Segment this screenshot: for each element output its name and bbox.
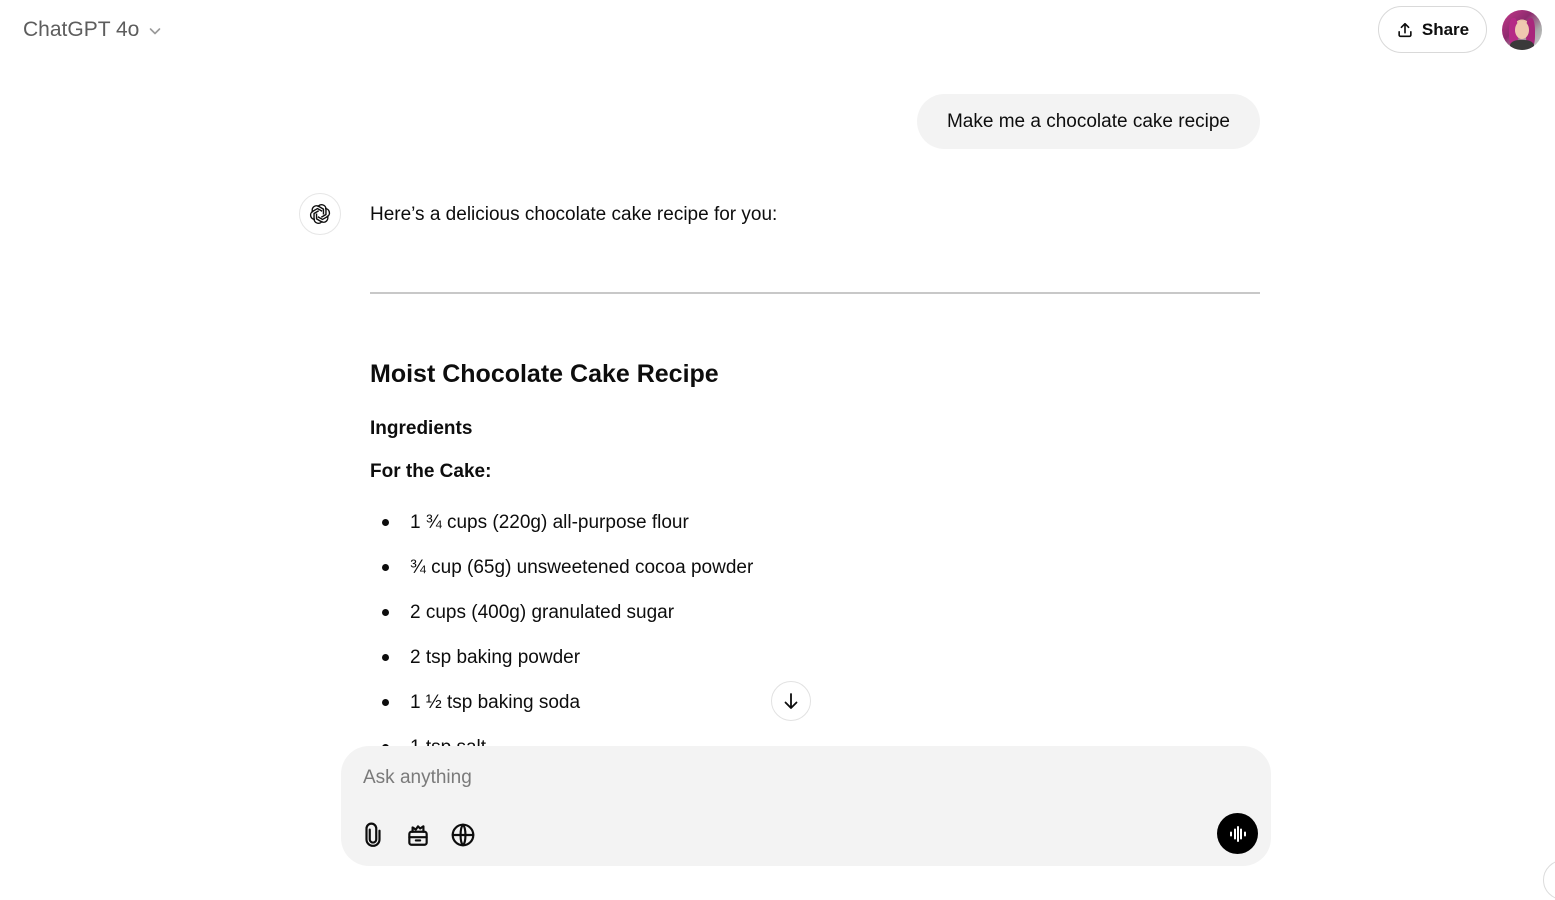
openai-logo-icon (309, 204, 331, 224)
ingredient-item: 2 cups (400g) granulated sugar (370, 590, 1260, 635)
toolbox-icon (408, 825, 428, 846)
arrow-down-icon (784, 693, 798, 709)
ingredient-item: 1 tsp salt (370, 725, 1260, 746)
horizontal-rule (370, 292, 1260, 294)
chevron-down-icon (150, 28, 161, 35)
ingredient-item: 2 tsp baking powder (370, 635, 1260, 680)
top-bar: ChatGPT 4o Share (0, 0, 1555, 60)
assistant-intro-text: Here’s a delicious chocolate cake recipe… (370, 204, 778, 225)
ingredient-list: 1 ¾ cups (220g) all-purpose flour ¾ cup … (370, 500, 1260, 746)
subsection-heading-cake: For the Cake: (370, 461, 492, 482)
user-message-bubble: Make me a chocolate cake recipe (917, 94, 1260, 149)
attach-button[interactable] (358, 820, 388, 850)
model-switcher[interactable]: ChatGPT 4o (12, 12, 174, 48)
ingredient-item: 1 ¾ cups (220g) all-purpose flour (370, 500, 1260, 545)
tools-button[interactable] (403, 820, 433, 850)
recipe-title: Moist Chocolate Cake Recipe (370, 360, 719, 388)
share-label: Share (1421, 19, 1470, 39)
share-button[interactable]: Share (1378, 6, 1487, 53)
section-heading-ingredients: Ingredients (370, 418, 473, 439)
user-avatar[interactable] (1502, 10, 1542, 50)
voice-mode-button[interactable] (1217, 813, 1258, 854)
ingredient-item: ¾ cup (65g) unsweetened cocoa powder (370, 545, 1260, 590)
help-button[interactable] (1543, 860, 1555, 900)
paperclip-icon (365, 822, 381, 847)
web-search-button[interactable] (448, 820, 478, 850)
scroll-to-bottom-button[interactable] (771, 681, 811, 721)
upload-icon (1398, 22, 1412, 37)
message-composer (341, 746, 1271, 866)
globe-icon (451, 823, 475, 847)
voice-waveform-icon (1229, 825, 1246, 842)
user-message-text: Make me a chocolate cake recipe (946, 110, 1231, 132)
assistant-avatar (299, 193, 341, 235)
prompt-input[interactable] (363, 764, 1223, 792)
model-label: ChatGPT 4o (23, 18, 140, 41)
ingredient-item: 1 ½ tsp baking soda (370, 680, 1260, 725)
avatar-face (1515, 21, 1529, 39)
avatar-shirt (1510, 40, 1534, 50)
